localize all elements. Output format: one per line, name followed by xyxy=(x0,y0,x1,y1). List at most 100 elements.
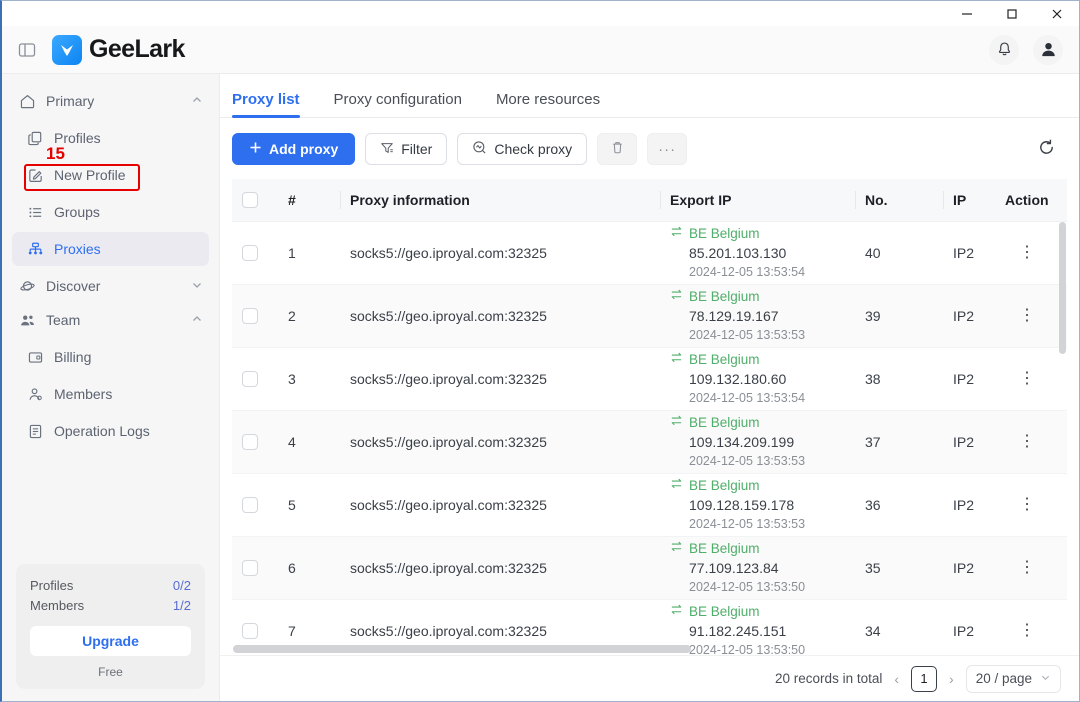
sidebar-item-groups[interactable]: Groups xyxy=(12,195,209,229)
tab-proxy-list[interactable]: Proxy list xyxy=(232,91,300,117)
exchange-icon xyxy=(670,602,683,622)
kebab-menu-icon[interactable]: ⋮ xyxy=(1019,622,1035,639)
table-row[interactable]: 1socks5://geo.iproyal.com:32325BE Belgiu… xyxy=(232,221,1067,284)
export-country-label: BE Belgium xyxy=(689,413,760,433)
sidebar-item-billing[interactable]: Billing xyxy=(12,340,209,374)
tab-proxy-configuration[interactable]: Proxy configuration xyxy=(334,91,462,117)
add-proxy-button[interactable]: Add proxy xyxy=(232,133,355,165)
check-proxy-label: Check proxy xyxy=(494,141,572,157)
row-select-cell xyxy=(232,221,278,284)
delete-button[interactable] xyxy=(597,133,637,165)
sidebar-group-primary[interactable]: Primary xyxy=(2,84,219,118)
kebab-menu-icon[interactable]: ⋮ xyxy=(1019,559,1035,576)
profiles-icon xyxy=(26,129,44,147)
sidebar-item-label: New Profile xyxy=(54,167,126,183)
cell-action: ⋮ xyxy=(987,284,1067,347)
export-country-label: BE Belgium xyxy=(689,287,760,307)
home-icon xyxy=(18,92,36,110)
column-export-ip[interactable]: Export IP xyxy=(660,179,855,221)
cell-export-ip: BE Belgium109.134.209.1992024-12-05 13:5… xyxy=(660,410,855,473)
column-proxy-information[interactable]: Proxy information xyxy=(340,179,660,221)
people-icon xyxy=(18,311,36,329)
table-header: # Proxy information Export IP No. IP Act… xyxy=(232,179,1067,221)
cell-action: ⋮ xyxy=(987,410,1067,473)
user-avatar-icon[interactable] xyxy=(1033,35,1063,65)
filter-button[interactable]: Filter xyxy=(365,133,447,165)
export-country-label: BE Belgium xyxy=(689,224,760,244)
cell-action: ⋮ xyxy=(987,599,1067,655)
export-country-label: BE Belgium xyxy=(689,602,760,622)
table-row[interactable]: 5socks5://geo.iproyal.com:32325BE Belgiu… xyxy=(232,473,1067,536)
sidebar-item-profiles[interactable]: Profiles xyxy=(12,121,209,155)
column-action: Action xyxy=(995,179,1067,221)
checkbox-unchecked-icon[interactable] xyxy=(242,497,258,513)
cell-export-ip: BE Belgium109.132.180.602024-12-05 13:53… xyxy=(660,347,855,410)
chevron-right-icon[interactable]: › xyxy=(947,671,956,687)
cell-no: 34 xyxy=(855,599,943,655)
sidebar-item-new-profile[interactable]: New Profile xyxy=(12,158,209,192)
export-country: BE Belgium xyxy=(670,350,845,370)
checkbox-unchecked-icon[interactable] xyxy=(242,192,258,208)
kebab-menu-icon[interactable]: ⋮ xyxy=(1019,433,1035,450)
checkbox-unchecked-icon[interactable] xyxy=(242,623,258,639)
page-number-1[interactable]: 1 xyxy=(911,666,937,692)
upgrade-button[interactable]: Upgrade xyxy=(30,626,191,656)
table-row[interactable]: 2socks5://geo.iproyal.com:32325BE Belgiu… xyxy=(232,284,1067,347)
ellipsis-icon: ··· xyxy=(658,141,676,158)
refresh-button[interactable] xyxy=(1031,134,1061,164)
vertical-scrollbar[interactable] xyxy=(1059,222,1066,354)
export-country: BE Belgium xyxy=(670,224,845,244)
tab-more-resources[interactable]: More resources xyxy=(496,91,600,117)
sidebar-item-proxies[interactable]: Proxies xyxy=(12,232,209,266)
kebab-menu-icon[interactable]: ⋮ xyxy=(1019,370,1035,387)
export-timestamp: 2024-12-05 13:53:50 xyxy=(670,578,845,596)
export-ip-value: 85.201.103.130 xyxy=(670,243,845,263)
column-no[interactable]: No. xyxy=(855,179,943,221)
checkbox-unchecked-icon[interactable] xyxy=(242,371,258,387)
sidebar-group-label: Discover xyxy=(46,278,181,294)
usage-label: Profiles xyxy=(30,576,73,596)
panel-toggle-icon[interactable] xyxy=(16,39,38,61)
checkbox-unchecked-icon[interactable] xyxy=(242,245,258,261)
export-country: BE Belgium xyxy=(670,539,845,559)
table-header-row: # Proxy information Export IP No. IP Act… xyxy=(232,179,1067,221)
cell-no: 36 xyxy=(855,473,943,536)
cell-action: ⋮ xyxy=(987,536,1067,599)
kebab-menu-icon[interactable]: ⋮ xyxy=(1019,244,1035,261)
export-country-label: BE Belgium xyxy=(689,539,760,559)
export-timestamp: 2024-12-05 13:53:50 xyxy=(670,641,845,655)
maximize-button[interactable] xyxy=(989,1,1034,26)
page-size-label: 20 / page xyxy=(976,671,1032,686)
column-ip[interactable]: IP xyxy=(943,179,995,221)
usage-row-members: Members 1/2 xyxy=(30,596,191,616)
checkbox-unchecked-icon[interactable] xyxy=(242,560,258,576)
checkbox-unchecked-icon[interactable] xyxy=(242,434,258,450)
usage-row-profiles: Profiles 0/2 xyxy=(30,576,191,596)
check-proxy-button[interactable]: Check proxy xyxy=(457,133,587,165)
column-index[interactable]: # xyxy=(278,179,340,221)
sidebar-group-team[interactable]: Team xyxy=(2,303,219,337)
table-row[interactable]: 4socks5://geo.iproyal.com:32325BE Belgiu… xyxy=(232,410,1067,473)
filter-icon xyxy=(380,141,394,158)
checkbox-unchecked-icon[interactable] xyxy=(242,308,258,324)
cell-action: ⋮ xyxy=(987,473,1067,536)
page-size-select[interactable]: 20 / page xyxy=(966,665,1061,693)
more-actions-button[interactable]: ··· xyxy=(647,133,687,165)
brand-name: GeeLark xyxy=(89,35,185,64)
exchange-icon xyxy=(670,476,683,496)
toolbar: Add proxy Filter xyxy=(220,118,1079,179)
table-row[interactable]: 6socks5://geo.iproyal.com:32325BE Belgiu… xyxy=(232,536,1067,599)
exchange-icon xyxy=(670,287,683,307)
close-button[interactable] xyxy=(1034,1,1079,26)
cell-no: 37 xyxy=(855,410,943,473)
kebab-menu-icon[interactable]: ⋮ xyxy=(1019,496,1035,513)
sidebar-item-operation-logs[interactable]: Operation Logs xyxy=(12,414,209,448)
bell-icon[interactable] xyxy=(989,35,1019,65)
sidebar-item-members[interactable]: Members xyxy=(12,377,209,411)
kebab-menu-icon[interactable]: ⋮ xyxy=(1019,307,1035,324)
sidebar-group-discover[interactable]: Discover xyxy=(2,269,219,303)
horizontal-scrollbar[interactable] xyxy=(233,645,691,653)
table-row[interactable]: 3socks5://geo.iproyal.com:32325BE Belgiu… xyxy=(232,347,1067,410)
minimize-button[interactable] xyxy=(944,1,989,26)
chevron-left-icon[interactable]: ‹ xyxy=(892,671,901,687)
